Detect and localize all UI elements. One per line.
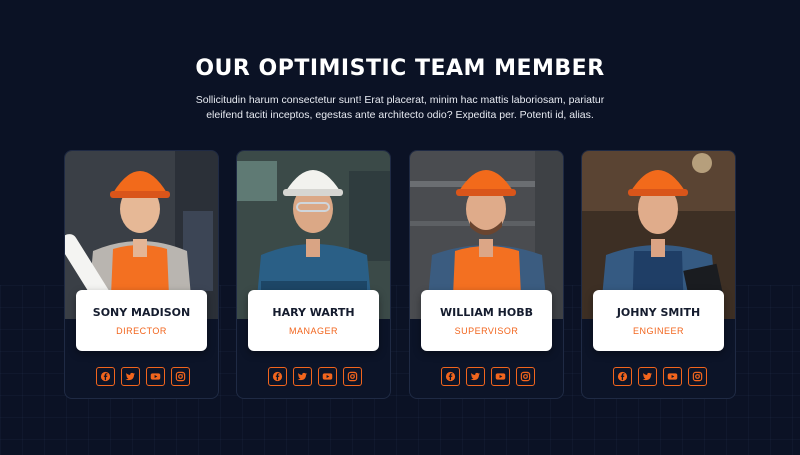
member-info-card: SONY MADISON DIRECTOR (76, 290, 207, 351)
social-links (410, 367, 563, 386)
member-role: MANAGER (288, 326, 338, 336)
member-name: WILLIAM HOBB (440, 306, 533, 319)
team-card-2: HARY WARTH MANAGER (236, 150, 391, 399)
twitter-icon[interactable] (292, 367, 312, 386)
facebook-icon[interactable] (267, 367, 287, 386)
youtube-icon[interactable] (145, 367, 165, 386)
team-card-3: WILLIAM HOBB SUPERVISOR (409, 150, 564, 399)
youtube-icon[interactable] (662, 367, 682, 386)
facebook-icon[interactable] (440, 367, 460, 386)
youtube-icon[interactable] (317, 367, 337, 386)
member-role: ENGINEER (632, 326, 684, 336)
member-name: HARY WARTH (272, 306, 355, 319)
member-name: JOHNY SMITH (616, 306, 701, 319)
youtube-icon[interactable] (490, 367, 510, 386)
team-cards: SONY MADISON DIRECTOR HARY WARTH MANAGER… (64, 150, 736, 400)
facebook-icon[interactable] (95, 367, 115, 386)
social-links (582, 367, 735, 386)
social-links (237, 367, 390, 386)
facebook-icon[interactable] (612, 367, 632, 386)
member-name: SONY MADISON (92, 306, 191, 319)
instagram-icon[interactable] (515, 367, 535, 386)
section-description: Sollicitudin harum consectetur sunt! Era… (195, 94, 605, 121)
instagram-icon[interactable] (342, 367, 362, 386)
team-card-4: JOHNY SMITH ENGINEER (581, 150, 736, 399)
instagram-icon[interactable] (687, 367, 707, 386)
member-role: DIRECTOR (116, 326, 167, 336)
team-card-1: SONY MADISON DIRECTOR (64, 150, 219, 399)
social-links (65, 367, 218, 386)
member-info-card: HARY WARTH MANAGER (248, 290, 379, 351)
twitter-icon[interactable] (120, 367, 140, 386)
member-info-card: JOHNY SMITH ENGINEER (593, 290, 724, 351)
twitter-icon[interactable] (637, 367, 657, 386)
section-title: OUR OPTIMISTIC TEAM MEMBER (195, 56, 605, 81)
member-info-card: WILLIAM HOBB SUPERVISOR (421, 290, 552, 351)
twitter-icon[interactable] (465, 367, 485, 386)
instagram-icon[interactable] (170, 367, 190, 386)
member-role: SUPERVISOR (454, 326, 519, 336)
